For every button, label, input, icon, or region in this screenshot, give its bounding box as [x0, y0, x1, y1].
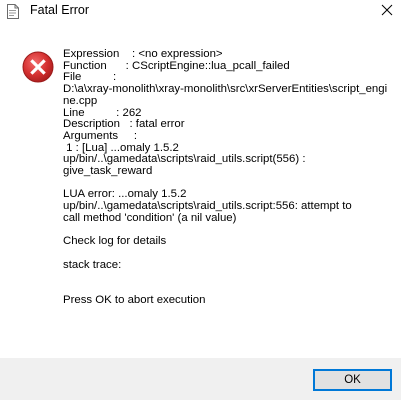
dialog-content: Expression : <no expression> Function : …	[0, 24, 401, 358]
dialog-footer: OK	[0, 358, 401, 400]
title-bar[interactable]: Fatal Error	[0, 0, 401, 24]
close-button[interactable]	[372, 0, 401, 24]
window-title: Fatal Error	[30, 3, 90, 17]
error-message: Expression : <no expression> Function : …	[63, 48, 388, 306]
app-document-icon	[6, 4, 20, 19]
close-icon	[381, 3, 393, 21]
ok-button[interactable]: OK	[313, 369, 392, 391]
fatal-error-dialog: Fatal Error Expression: <no expression>…	[0, 0, 401, 400]
error-icon	[22, 51, 54, 83]
